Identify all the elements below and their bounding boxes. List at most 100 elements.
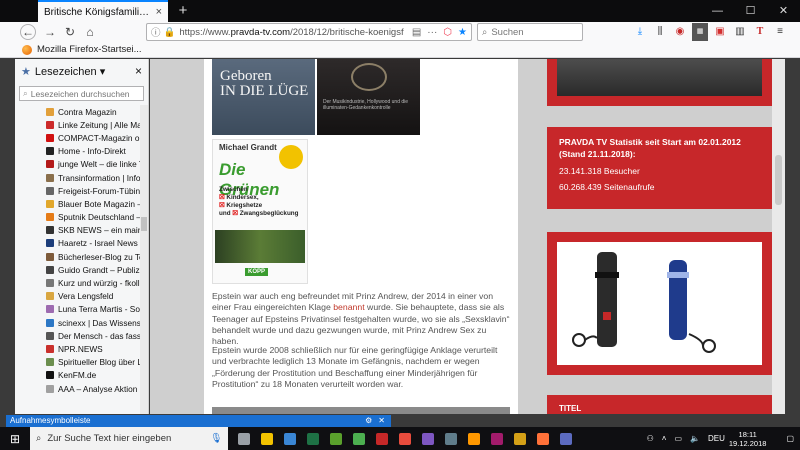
bookmark-item[interactable]: Home - Info-Direkt xyxy=(15,145,140,158)
notifications-icon[interactable]: ▢ xyxy=(786,434,794,443)
sidebar-scrollbar[interactable] xyxy=(140,105,148,414)
windows-start-icon[interactable]: ⊞ xyxy=(0,432,30,446)
people-icon[interactable]: ⚇ xyxy=(647,434,654,443)
page-scrollbar[interactable] xyxy=(772,59,785,414)
excel-icon[interactable] xyxy=(301,427,324,450)
app-purple-icon[interactable] xyxy=(416,427,439,450)
bookmark-item[interactable]: junge Welt – die linke T... xyxy=(15,158,140,171)
advertisement-image[interactable] xyxy=(557,242,762,365)
book-cover-photo xyxy=(215,230,305,263)
book-cover-geboren[interactable]: Geboren IN DIE LÜGE xyxy=(212,59,315,135)
bookmark-item[interactable]: COMPACT-Magazin o... xyxy=(15,131,140,144)
clock[interactable]: 18:11 19.12.2018 xyxy=(729,430,767,448)
chrome-icon[interactable] xyxy=(347,427,370,450)
tab-close-icon[interactable]: × xyxy=(156,6,162,18)
bookmark-star-icon[interactable]: ★ xyxy=(458,27,467,38)
language-indicator[interactable]: DEU xyxy=(708,434,725,443)
app-orange-icon[interactable] xyxy=(462,427,485,450)
pocket-icon[interactable]: ⬡ xyxy=(443,27,452,38)
minimize-button[interactable]: — xyxy=(701,0,734,22)
video-editor-icon[interactable] xyxy=(370,427,393,450)
extension-red-icon[interactable]: ▣ xyxy=(712,23,728,41)
task-view-icon[interactable] xyxy=(232,427,255,450)
statistics-heading: PRAVDA TV Statistik seit Start am 02.01.… xyxy=(559,137,741,159)
extension-vpn-icon[interactable]: ◉ xyxy=(672,23,688,41)
reload-icon[interactable]: ↻ xyxy=(60,23,80,41)
download-icon[interactable]: ⤓ xyxy=(632,23,648,41)
book-cover-die-gruenen[interactable]: Michael Grandt Die Grünen Zwischen ☒ Kin… xyxy=(212,139,308,284)
app-green-icon[interactable] xyxy=(324,427,347,450)
bookmark-favicon-icon xyxy=(46,199,54,208)
sidebar-toggle-icon[interactable]: ▥ xyxy=(732,23,748,41)
search-bar[interactable]: ⌕ xyxy=(477,23,583,41)
sidebar-scroll-thumb[interactable] xyxy=(141,217,147,231)
bookmark-item[interactable]: scinexx | Das Wissensm... xyxy=(15,316,140,329)
chevron-up-icon[interactable]: ˄ xyxy=(662,434,667,443)
info-icon[interactable]: ⓘ xyxy=(151,25,161,39)
extension-t-icon[interactable]: T xyxy=(752,23,768,41)
extension-badge-icon[interactable]: ▦ xyxy=(692,23,708,41)
bookmark-item[interactable]: Linke Zeitung | Alle Ma... xyxy=(15,118,140,131)
close-window-button[interactable]: ✕ xyxy=(767,0,800,22)
calculator-icon[interactable] xyxy=(554,427,577,450)
bookmark-item[interactable]: Vera Lengsfeld xyxy=(15,290,140,303)
bookmark-item[interactable]: Sputnik Deutschland – ... xyxy=(15,211,140,224)
firefox-icon[interactable] xyxy=(531,427,554,450)
lock-icon: 🔒 xyxy=(163,26,176,38)
page-actions-icon[interactable]: ··· xyxy=(427,27,437,38)
sidebar-header: ★ Lesezeichen ▾ × xyxy=(15,59,148,83)
bookmark-favicon-icon xyxy=(46,120,54,129)
bookmark-item[interactable]: Guido Grandt – Publizis... xyxy=(15,263,140,276)
gear-icon[interactable]: ⚙ xyxy=(365,415,372,427)
library-icon[interactable]: ⫼ xyxy=(652,23,668,41)
bookmark-item[interactable]: AAA – Analyse Aktion ... xyxy=(15,382,140,395)
maximize-button[interactable]: ☐ xyxy=(734,0,767,22)
media-player-icon[interactable] xyxy=(393,427,416,450)
search-input[interactable] xyxy=(491,26,572,38)
book-cover-illuminati[interactable]: Der Musikindustrie, Hollywood und die il… xyxy=(317,59,420,135)
microphone-icon[interactable]: 🎙 xyxy=(210,433,222,444)
bookmark-item[interactable]: Haaretz - Israel News | ... xyxy=(15,237,140,250)
article-link-benannt[interactable]: benannt xyxy=(333,302,364,312)
bookmark-item[interactable]: Blauer Bote Magazin – ... xyxy=(15,197,140,210)
bookmark-label: Transinformation | Info... xyxy=(58,172,140,183)
volume-icon[interactable]: 🔈 xyxy=(690,434,700,443)
bookmark-label: Bücherleser-Blog zu Te... xyxy=(58,251,140,262)
back-arrow-icon[interactable]: ← xyxy=(20,24,36,40)
bookmark-firefox-start[interactable]: Mozilla Firefox-Startsei... xyxy=(37,44,142,55)
bookmark-item[interactable]: Contra Magazin xyxy=(15,105,140,118)
bookmark-search-box[interactable]: ⌕ xyxy=(19,86,144,101)
new-tab-button[interactable]: + xyxy=(174,2,192,20)
app-magenta-icon[interactable] xyxy=(485,427,508,450)
bookmark-item[interactable]: Spiritueller Blog über L... xyxy=(15,356,140,369)
bookmark-search-input[interactable] xyxy=(30,88,141,99)
bookmark-label: Vera Lengsfeld xyxy=(58,291,114,302)
tab-active[interactable]: Britische Königsfamilie erneut in e × xyxy=(38,0,168,22)
monitor-icon[interactable] xyxy=(278,427,301,450)
bookmark-item[interactable]: Freigeist-Forum-Tübin... xyxy=(15,184,140,197)
sidebar-close-icon[interactable]: × xyxy=(135,64,142,78)
url-bar[interactable]: ⓘ 🔒 https://www.pravda-tv.com/2018/12/br… xyxy=(146,23,472,41)
bookmark-item[interactable]: NPR.NEWS xyxy=(15,342,140,355)
sidebar-title-dropdown[interactable]: ★ Lesezeichen ▾ xyxy=(21,65,135,78)
bookmark-item[interactable]: Kurz und würzig - fkoll... xyxy=(15,276,140,289)
forward-arrow-icon[interactable]: → xyxy=(40,23,60,41)
bookmark-label: Haaretz - Israel News | ... xyxy=(58,238,140,249)
reader-view-icon[interactable]: ▤ xyxy=(412,27,421,38)
bookmark-item[interactable]: Bücherleser-Blog zu Te... xyxy=(15,250,140,263)
page-scroll-thumb[interactable] xyxy=(775,155,782,205)
network-icon[interactable]: ▭ xyxy=(674,434,682,443)
taskbar-search-box[interactable]: ⌕ Zur Suche Text hier eingeben 🎙 xyxy=(30,427,228,450)
close-icon[interactable]: ✕ xyxy=(378,415,385,427)
bookmark-item[interactable]: Luna Terra Martis - Sou... xyxy=(15,303,140,316)
home-icon[interactable]: ⌂ xyxy=(80,23,100,41)
bookmark-item[interactable]: Der Mensch - das fassi... xyxy=(15,329,140,342)
camera-icon[interactable] xyxy=(255,427,278,450)
app-gold-icon[interactable] xyxy=(508,427,531,450)
bookmark-item[interactable]: SKB NEWS – ein mainst... xyxy=(15,224,140,237)
bookmark-item[interactable]: Transinformation | Info... xyxy=(15,171,140,184)
app-grey-icon[interactable] xyxy=(439,427,462,450)
widget-image[interactable] xyxy=(557,59,762,96)
menu-icon[interactable]: ≡ xyxy=(772,23,788,41)
bookmark-item[interactable]: KenFM.de xyxy=(15,369,140,382)
